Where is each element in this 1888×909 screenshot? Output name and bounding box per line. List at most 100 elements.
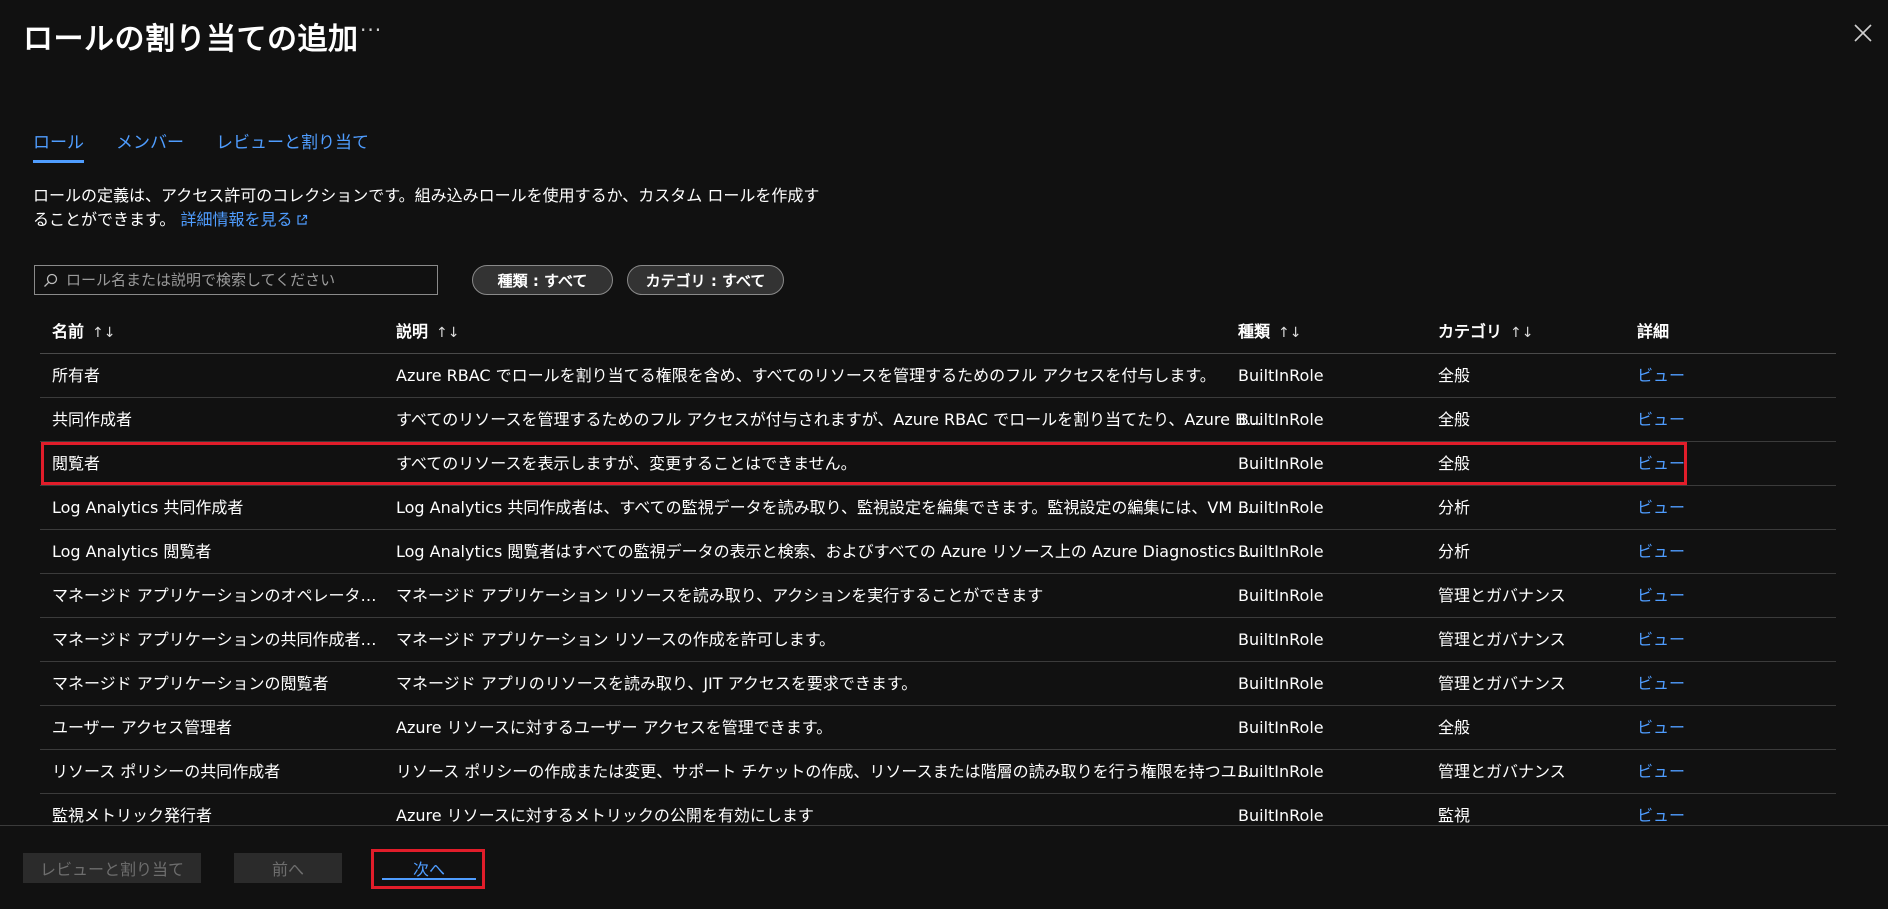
role-kind: BuiltInRole bbox=[1238, 586, 1324, 605]
search-icon bbox=[44, 273, 58, 287]
table-row[interactable]: マネージド アプリケーションのオペレーター ロール マネージド アプリケーション… bbox=[40, 574, 1836, 618]
table-row[interactable]: Log Analytics 共同作成者 Log Analytics 共同作成者は… bbox=[40, 486, 1836, 530]
role-description-cell: Azure RBAC でロールを割り当てる権限を含め、すべてのリソースを管理する… bbox=[396, 366, 1216, 385]
role-search-box[interactable] bbox=[34, 265, 438, 295]
role-kind: BuiltInRole bbox=[1238, 806, 1324, 825]
sort-icon: ↑↓ bbox=[1278, 325, 1302, 341]
view-details-link[interactable]: ビュー bbox=[1637, 574, 1737, 617]
learn-more-link[interactable]: 詳細情報を見る bbox=[181, 210, 308, 229]
table-row[interactable]: Log Analytics 閲覧者 Log Analytics 閲覧者はすべての… bbox=[40, 530, 1836, 574]
role-description-cell: すべてのリソースを表示しますが、変更することはできません。 bbox=[396, 454, 857, 473]
role-name: ユーザー アクセス管理者 bbox=[52, 718, 232, 737]
role-category: 全般 bbox=[1438, 410, 1471, 429]
role-name: 閲覧者 bbox=[52, 454, 101, 473]
role-category: 監視 bbox=[1438, 806, 1471, 825]
role-kind: BuiltInRole bbox=[1238, 542, 1324, 561]
role-kind: BuiltInRole bbox=[1238, 498, 1324, 517]
role-kind: BuiltInRole bbox=[1238, 366, 1324, 385]
view-details-link[interactable]: ビュー bbox=[1637, 530, 1737, 573]
search-input[interactable] bbox=[64, 270, 428, 290]
role-category: 管理とガバナンス bbox=[1438, 674, 1566, 693]
table-row[interactable]: 監視メトリック発行者 Azure リソースに対するメトリックの公開を有効にします… bbox=[40, 794, 1836, 837]
role-kind: BuiltInRole bbox=[1238, 630, 1324, 649]
role-description-cell: Azure リソースに対するユーザー アクセスを管理できます。 bbox=[396, 718, 833, 737]
role-name: Log Analytics 閲覧者 bbox=[52, 542, 212, 561]
sort-icon: ↑↓ bbox=[92, 325, 116, 341]
role-category: 管理とガバナンス bbox=[1438, 762, 1566, 781]
view-details-link[interactable]: ビュー bbox=[1637, 662, 1737, 705]
tab-role[interactable]: ロール bbox=[33, 128, 84, 163]
column-name-label: 名前 bbox=[52, 322, 85, 341]
tab-review-assign[interactable]: レビューと割り当て bbox=[216, 128, 369, 163]
roles-table: 名前 ↑↓ 説明 ↑↓ 種類 ↑↓ カテゴリ ↑↓ 詳細 所有者 Azure RBAC … bbox=[40, 310, 1836, 837]
role-category: 分析 bbox=[1438, 542, 1471, 561]
role-name: マネージド アプリケーションのオペレーター ロール bbox=[52, 586, 382, 605]
role-description-cell: すべてのリソースを管理するためのフル アクセスが付与されますが、Azure RB… bbox=[396, 410, 1266, 429]
column-kind-label: 種類 bbox=[1238, 322, 1271, 341]
more-options-icon[interactable]: ··· bbox=[360, 18, 382, 42]
sort-icon: ↑↓ bbox=[436, 325, 460, 341]
role-kind: BuiltInRole bbox=[1238, 718, 1324, 737]
role-kind: BuiltInRole bbox=[1238, 454, 1324, 473]
external-link-icon bbox=[296, 214, 307, 225]
role-name: マネージド アプリケーションの閲覧者 bbox=[52, 674, 329, 693]
role-name: 監視メトリック発行者 bbox=[52, 806, 213, 825]
column-description-label: 説明 bbox=[396, 322, 429, 341]
table-row[interactable]: マネージド アプリケーションの閲覧者 マネージド アプリのリソースを読み取り、J… bbox=[40, 662, 1836, 706]
view-details-link[interactable]: ビュー bbox=[1637, 398, 1737, 441]
role-description-cell: マネージド アプリケーション リソースの作成を許可します。 bbox=[396, 630, 836, 649]
table-row[interactable]: 共同作成者 すべてのリソースを管理するためのフル アクセスが付与されますが、Az… bbox=[40, 398, 1836, 442]
view-details-link[interactable]: ビュー bbox=[1637, 750, 1737, 793]
column-header-name[interactable]: 名前 ↑↓ bbox=[52, 310, 382, 353]
role-category: 全般 bbox=[1438, 718, 1471, 737]
table-header: 名前 ↑↓ 説明 ↑↓ 種類 ↑↓ カテゴリ ↑↓ 詳細 bbox=[40, 310, 1836, 354]
tab-bar: ロール メンバー レビューと割り当て bbox=[33, 128, 401, 163]
view-details-link[interactable]: ビュー bbox=[1637, 706, 1737, 749]
view-details-link[interactable]: ビュー bbox=[1637, 354, 1737, 397]
column-category-label: カテゴリ bbox=[1438, 322, 1503, 341]
table-row[interactable]: 所有者 Azure RBAC でロールを割り当てる権限を含め、すべてのリソースを… bbox=[40, 354, 1836, 398]
role-kind: BuiltInRole bbox=[1238, 410, 1324, 429]
role-description-cell: Log Analytics 共同作成者は、すべての監視データを読み取り、監視設定… bbox=[396, 498, 1253, 517]
previous-button[interactable]: 前へ bbox=[234, 853, 342, 883]
role-category: 全般 bbox=[1438, 454, 1471, 473]
role-name: Log Analytics 共同作成者 bbox=[52, 498, 244, 517]
column-header-description[interactable]: 説明 ↑↓ bbox=[396, 310, 1266, 353]
table-row[interactable]: 閲覧者 すべてのリソースを表示しますが、変更することはできません。 BuiltI… bbox=[40, 442, 1836, 486]
filter-kind-button[interactable]: 種類 : すべて bbox=[472, 265, 613, 295]
column-header-details: 詳細 bbox=[1637, 322, 1670, 341]
role-category: 管理とガバナンス bbox=[1438, 630, 1566, 649]
learn-more-link-label: 詳細情報を見る bbox=[180, 210, 293, 229]
role-kind: BuiltInRole bbox=[1238, 674, 1324, 693]
next-button[interactable]: 次へ bbox=[376, 853, 482, 883]
view-details-link[interactable]: ビュー bbox=[1637, 794, 1737, 837]
close-icon[interactable] bbox=[1852, 22, 1874, 44]
sort-icon: ↑↓ bbox=[1510, 325, 1534, 341]
filter-category-button[interactable]: カテゴリ : すべて bbox=[627, 265, 784, 295]
column-header-kind[interactable]: 種類 ↑↓ bbox=[1238, 310, 1418, 353]
review-assign-button[interactable]: レビューと割り当て bbox=[23, 853, 201, 883]
role-description-cell: Azure リソースに対するメトリックの公開を有効にします bbox=[396, 806, 814, 825]
role-name: マネージド アプリケーションの共同作成者ロール bbox=[52, 630, 382, 649]
table-row[interactable]: ユーザー アクセス管理者 Azure リソースに対するユーザー アクセスを管理で… bbox=[40, 706, 1836, 750]
role-description-cell: マネージド アプリのリソースを読み取り、JIT アクセスを要求できます。 bbox=[396, 674, 918, 693]
view-details-link[interactable]: ビュー bbox=[1637, 486, 1737, 529]
description-text: ロールの定義は、アクセス許可のコレクションです。組み込みロールを使用するか、カス… bbox=[33, 186, 820, 229]
table-row[interactable]: マネージド アプリケーションの共同作成者ロール マネージド アプリケーション リ… bbox=[40, 618, 1836, 662]
column-header-category[interactable]: カテゴリ ↑↓ bbox=[1438, 310, 1618, 353]
page-title: ロールの割り当ての追加 bbox=[23, 22, 359, 57]
role-description-cell: Log Analytics 閲覧者はすべての監視データの表示と検索、およびすべて… bbox=[396, 542, 1266, 561]
role-category: 管理とガバナンス bbox=[1438, 586, 1566, 605]
table-row[interactable]: リソース ポリシーの共同作成者 リソース ポリシーの作成または変更、サポート チ… bbox=[40, 750, 1836, 794]
role-name: 共同作成者 bbox=[52, 410, 133, 429]
role-kind: BuiltInRole bbox=[1238, 762, 1324, 781]
role-category: 全般 bbox=[1438, 366, 1471, 385]
role-description: ロールの定義は、アクセス許可のコレクションです。組み込みロールを使用するか、カス… bbox=[33, 184, 833, 232]
view-details-link[interactable]: ビュー bbox=[1637, 618, 1737, 661]
role-category: 分析 bbox=[1438, 498, 1471, 517]
role-name: リソース ポリシーの共同作成者 bbox=[52, 762, 281, 781]
view-details-link[interactable]: ビュー bbox=[1637, 442, 1737, 485]
footer-divider bbox=[0, 825, 1888, 826]
add-role-assignment-page: ロールの割り当ての追加 ··· ロール メンバー レビューと割り当て ロールの定… bbox=[0, 0, 1888, 909]
tab-members[interactable]: メンバー bbox=[116, 128, 184, 163]
